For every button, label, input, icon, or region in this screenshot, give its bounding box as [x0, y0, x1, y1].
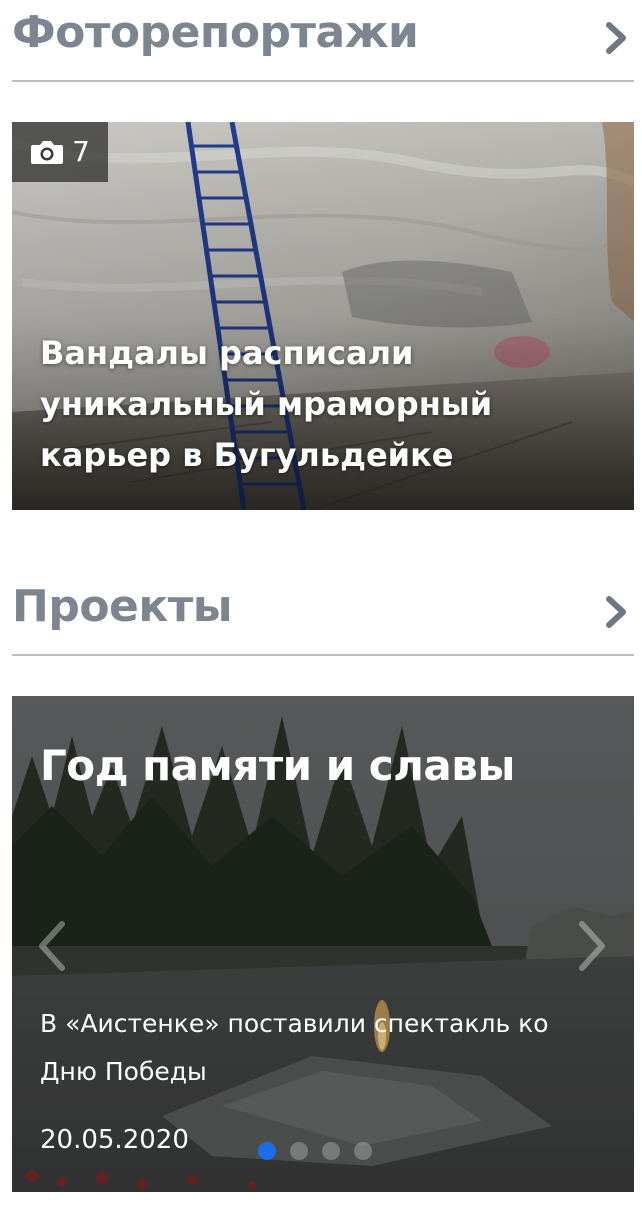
chevron-right-icon[interactable]	[604, 594, 630, 630]
carousel-dot-active[interactable]	[258, 1142, 276, 1160]
photo-reports-title[interactable]: Фоторепортажи	[12, 0, 419, 66]
carousel-dot[interactable]	[290, 1142, 308, 1160]
projects-title[interactable]: Проекты	[12, 574, 233, 640]
arrow-right-icon[interactable]	[572, 916, 612, 976]
chevron-right-icon[interactable]	[604, 20, 630, 56]
arrow-left-icon[interactable]	[32, 916, 72, 976]
carousel-dot[interactable]	[354, 1142, 372, 1160]
photo-report-card[interactable]: 7 Вандалы расписали уникальный мраморный…	[12, 122, 634, 510]
photo-report-title[interactable]: Вандалы расписали уникальный мраморный к…	[40, 328, 620, 481]
photo-count: 7	[72, 135, 90, 168]
camera-icon	[31, 141, 64, 164]
slide-text[interactable]: В «Аистенке» поставили спектакль ко Дню …	[40, 1000, 580, 1096]
photo-reports-header[interactable]: Фоторепортажи	[12, 0, 634, 82]
carousel-dot[interactable]	[322, 1142, 340, 1160]
project-carousel[interactable]: Год памяти и славы В «Аистенке» поставил…	[12, 696, 634, 1192]
project-title[interactable]: Год памяти и славы	[40, 736, 515, 796]
photo-count-badge: 7	[12, 122, 108, 182]
projects-header[interactable]: Проекты	[12, 574, 634, 656]
carousel-dots	[258, 1142, 372, 1160]
slide-date: 20.05.2020	[40, 1125, 189, 1155]
